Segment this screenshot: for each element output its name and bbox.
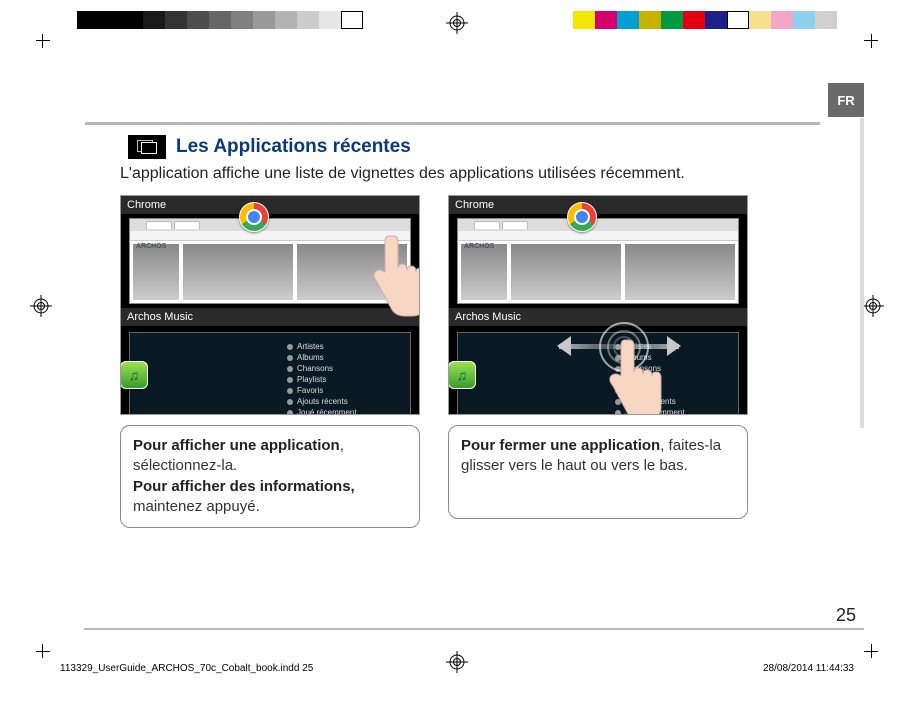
instruction-box: Pour fermer une application, faites-la g… [448,425,748,519]
section-subtitle: L'application affiche une liste de vigne… [120,165,820,183]
footer-filename: 113329_UserGuide_ARCHOS_70c_Cobalt_book.… [60,663,313,674]
crop-mark-icon [42,40,62,60]
tap-gesture-icon [359,226,420,336]
grayscale-swatches [77,11,363,29]
recent-app-thumbnail: ArtistesAlbumsChansonsPlaylistsFavorisAj… [129,332,411,415]
chrome-icon [239,202,269,232]
section-title-row: Les Applications récentes [128,135,820,159]
page-content: Les Applications récentes L'application … [120,135,820,528]
crop-mark-icon [852,632,872,652]
swipe-gesture-icon [595,330,665,415]
footer-timestamp: 28/08/2014 11:44:33 [763,663,854,674]
brand-label: ARCHOS [464,243,494,250]
recent-app-label: Archos Music [449,308,747,326]
crop-mark-icon [42,632,62,652]
recent-app-thumbnail: ARCHOS [457,218,739,304]
crop-mark-icon [852,40,872,60]
panel-close-app: Chrome ARCHOS Archos Music ArtistesAlbum… [448,195,748,528]
registration-mark-icon [446,12,468,34]
section-title: Les Applications récentes [176,136,411,158]
recent-app-label: Chrome [121,196,419,214]
panels: Chrome ARCHOS Archos Music ArtistesAlbum… [120,195,820,528]
registration-mark-icon [862,295,884,317]
registration-mark-icon [30,295,52,317]
music-icon [448,361,476,389]
screenshot-close-app: Chrome ARCHOS Archos Music ArtistesAlbum… [448,195,748,415]
page-number: 25 [836,605,856,626]
music-icon [120,361,148,389]
header-rule [85,122,820,125]
music-menu: ArtistesAlbumsChansonsPlaylistsFavorisAj… [287,341,402,415]
chrome-icon [567,202,597,232]
instruction-bold: Pour afficher des informations, [133,478,355,495]
instruction-bold: Pour fermer une application [461,437,660,454]
instruction-box: Pour afficher une application, sélection… [120,425,420,528]
panel-open-app: Chrome ARCHOS Archos Music ArtistesAlbum… [120,195,420,528]
instruction-text: maintenez appuyé. [133,498,260,515]
side-indicator [860,118,864,428]
prepress-footer: 113329_UserGuide_ARCHOS_70c_Cobalt_book.… [60,663,854,674]
color-swatches [573,11,837,29]
recent-apps-icon [128,135,166,159]
instruction-bold: Pour afficher une application [133,437,340,454]
brand-label: ARCHOS [136,243,166,250]
screenshot-open-app: Chrome ARCHOS Archos Music ArtistesAlbum… [120,195,420,415]
footer-rule [84,628,864,630]
language-tab: FR [828,83,864,117]
recent-app-label: Chrome [449,196,747,214]
